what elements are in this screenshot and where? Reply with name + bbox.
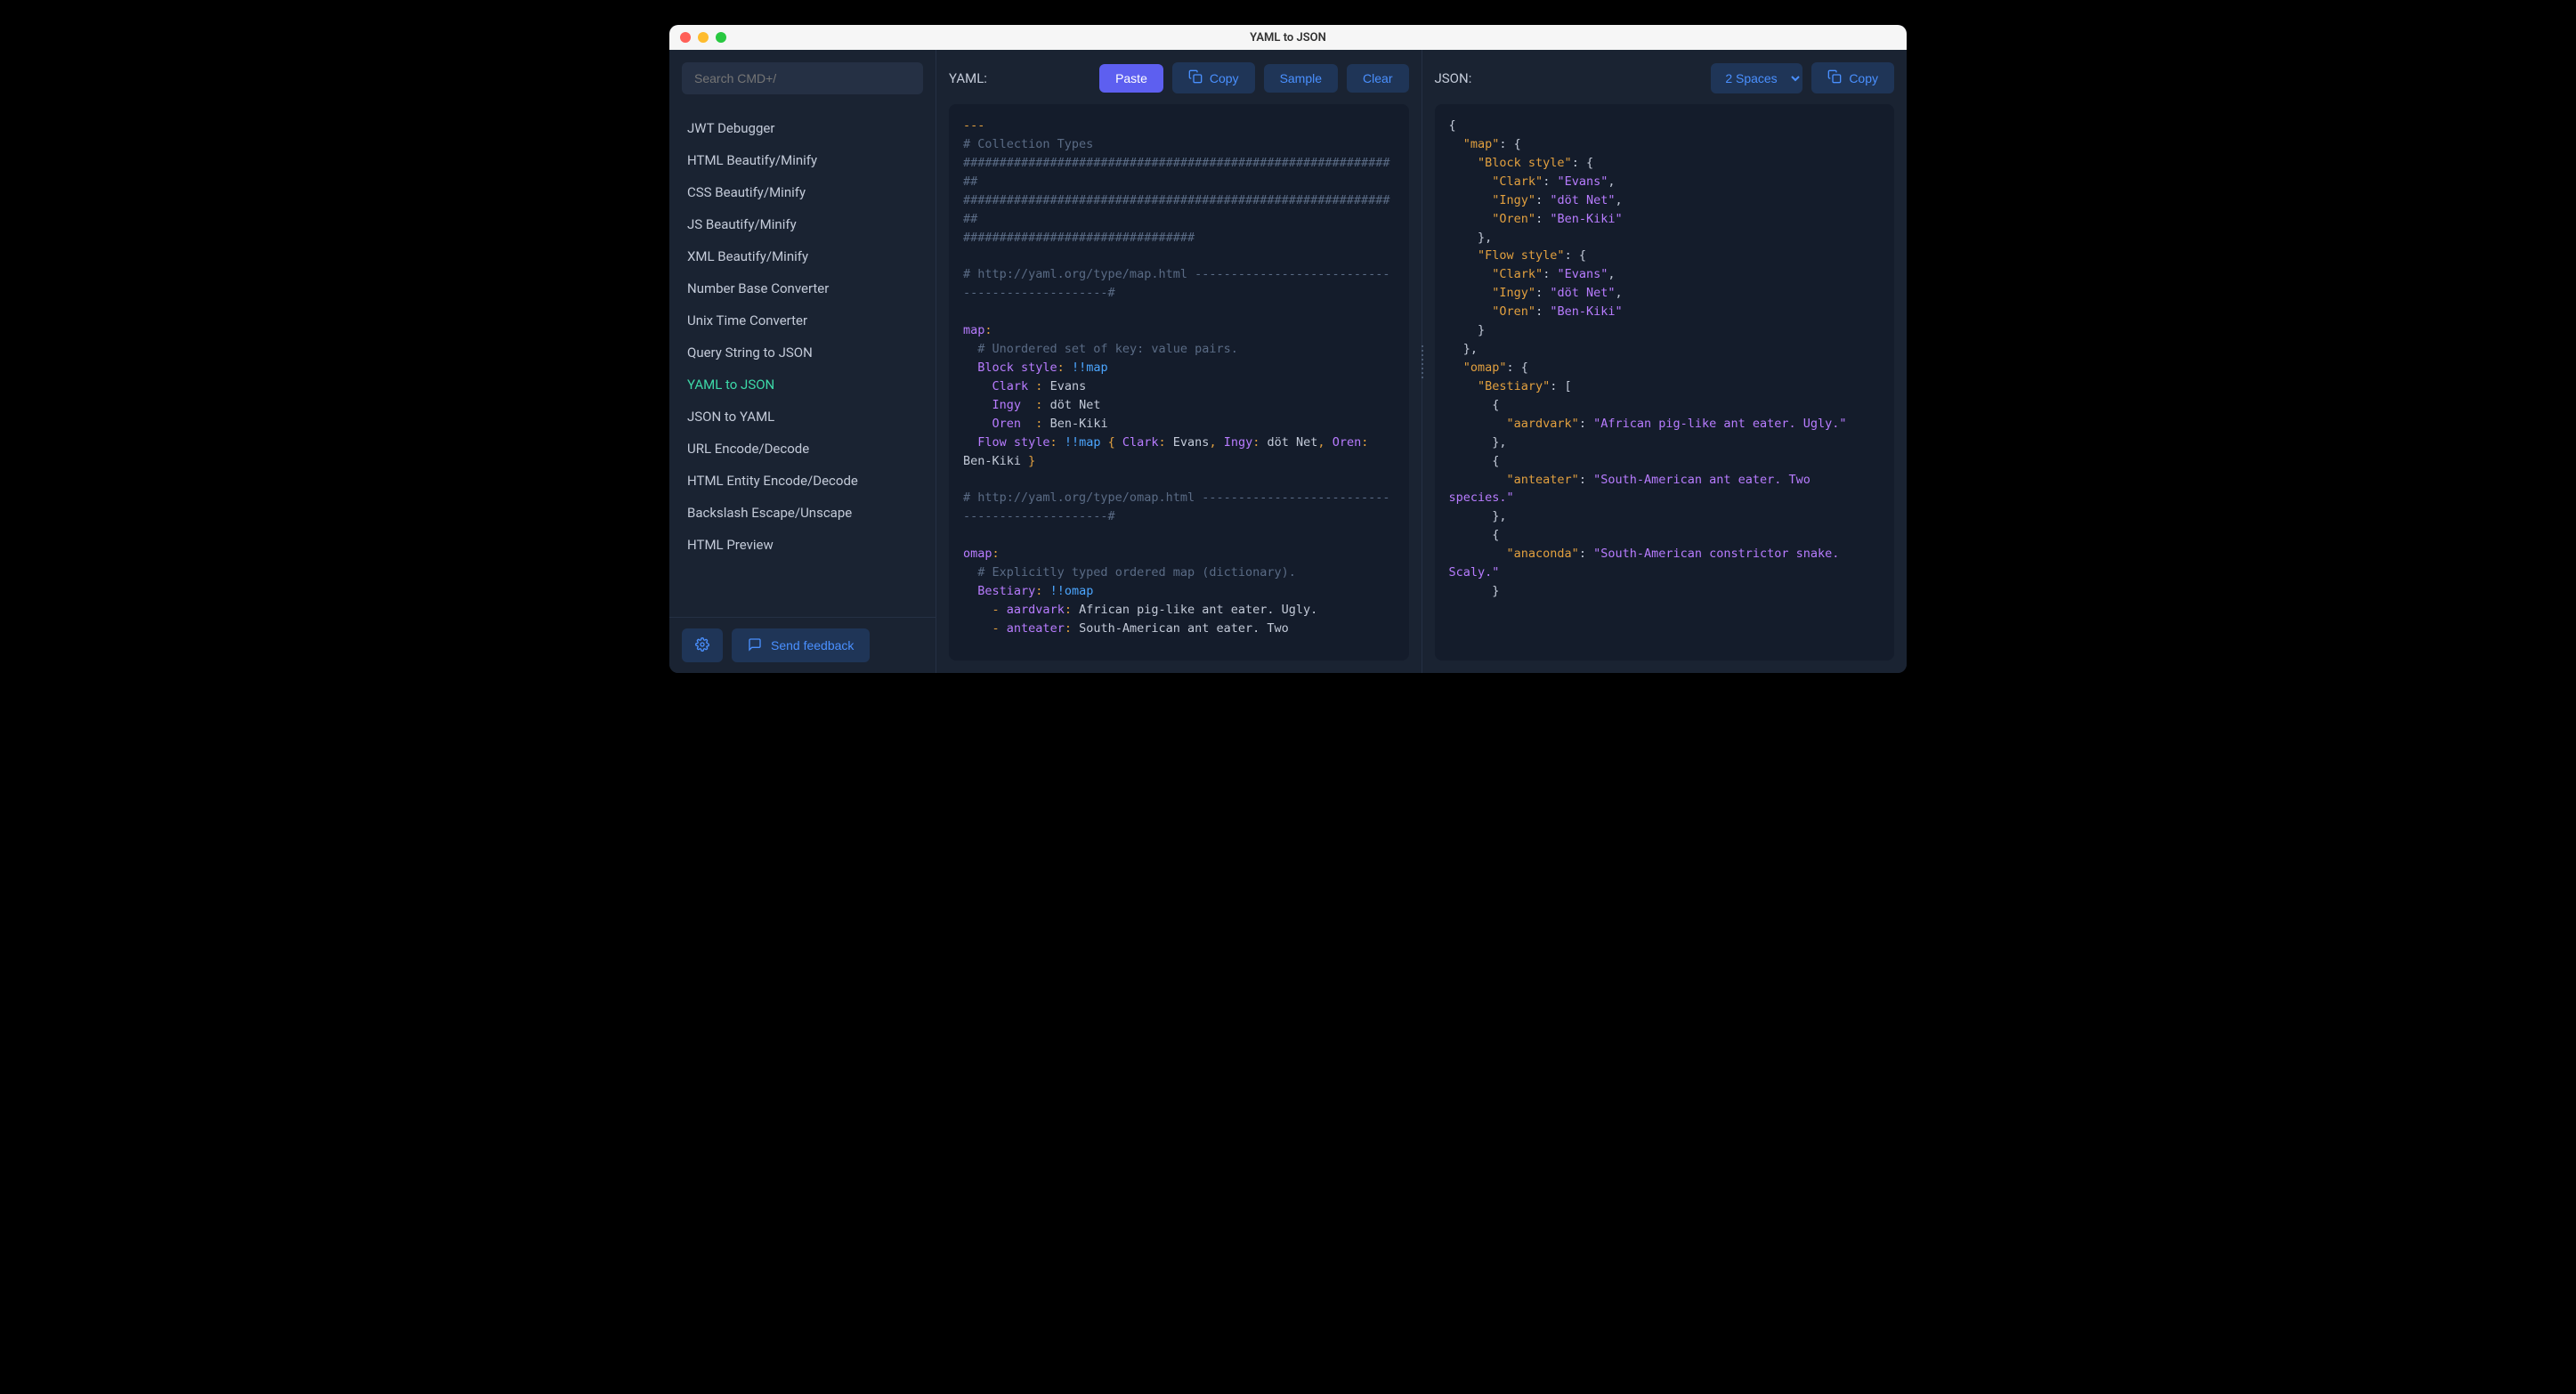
- yaml-editor[interactable]: --- # Collection Types #################…: [949, 104, 1409, 661]
- sidebar-item[interactable]: Backslash Escape/Unscape: [669, 497, 936, 529]
- copy-icon: [1827, 69, 1842, 86]
- paste-button[interactable]: Paste: [1099, 64, 1163, 93]
- sidebar-item[interactable]: XML Beautify/Minify: [669, 240, 936, 272]
- json-actions: 2 Spaces Copy: [1711, 62, 1894, 93]
- sample-button[interactable]: Sample: [1264, 64, 1338, 93]
- search-input[interactable]: [682, 62, 923, 94]
- maximize-icon[interactable]: [716, 32, 726, 43]
- app-body: JWT DebuggerHTML Beautify/MinifyCSS Beau…: [669, 50, 1907, 673]
- window-title: YAML to JSON: [1250, 31, 1326, 45]
- sidebar-item[interactable]: Number Base Converter: [669, 272, 936, 304]
- yaml-panel: YAML: Paste Copy Sample Clear --- # Coll…: [936, 50, 1422, 673]
- json-output[interactable]: { "map": { "Block style": { "Clark": "Ev…: [1435, 104, 1895, 661]
- gear-icon: [695, 637, 709, 654]
- copy-icon: [1188, 69, 1203, 86]
- sidebar-footer: Send feedback: [669, 617, 936, 673]
- json-title: JSON:: [1435, 70, 1472, 86]
- app-window: YAML to JSON JWT DebuggerHTML Beautify/M…: [669, 25, 1907, 673]
- sidebar-item[interactable]: HTML Beautify/Minify: [669, 144, 936, 176]
- titlebar: YAML to JSON: [669, 25, 1907, 50]
- json-panel: JSON: 2 Spaces Copy { "map": { "Block st…: [1422, 50, 1908, 673]
- send-feedback-button[interactable]: Send feedback: [732, 628, 870, 662]
- copy-json-button[interactable]: Copy: [1811, 62, 1894, 93]
- sidebar-item[interactable]: HTML Entity Encode/Decode: [669, 465, 936, 497]
- traffic-lights: [680, 32, 726, 43]
- sidebar-item[interactable]: Query String to JSON: [669, 336, 936, 369]
- yaml-actions: Paste Copy Sample Clear: [1099, 62, 1408, 93]
- json-header: JSON: 2 Spaces Copy: [1435, 62, 1895, 93]
- yaml-header: YAML: Paste Copy Sample Clear: [949, 62, 1409, 93]
- split-handle[interactable]: [1419, 344, 1426, 379]
- sidebar-item[interactable]: Unix Time Converter: [669, 304, 936, 336]
- sidebar-item[interactable]: YAML to JSON: [669, 369, 936, 401]
- indent-select[interactable]: 2 Spaces: [1711, 63, 1802, 93]
- minimize-icon[interactable]: [698, 32, 709, 43]
- sidebar: JWT DebuggerHTML Beautify/MinifyCSS Beau…: [669, 50, 936, 673]
- sidebar-item[interactable]: URL Encode/Decode: [669, 433, 936, 465]
- yaml-title: YAML:: [949, 70, 987, 86]
- sidebar-item[interactable]: CSS Beautify/Minify: [669, 176, 936, 208]
- search-wrap: [669, 50, 936, 107]
- panels: YAML: Paste Copy Sample Clear --- # Coll…: [936, 50, 1907, 673]
- feedback-label: Send feedback: [771, 638, 854, 652]
- chat-icon: [748, 637, 762, 654]
- sidebar-item[interactable]: JS Beautify/Minify: [669, 208, 936, 240]
- sidebar-item[interactable]: JWT Debugger: [669, 112, 936, 144]
- copy-yaml-button[interactable]: Copy: [1172, 62, 1255, 93]
- nav-list[interactable]: JWT DebuggerHTML Beautify/MinifyCSS Beau…: [669, 107, 936, 617]
- sidebar-item[interactable]: JSON to YAML: [669, 401, 936, 433]
- settings-button[interactable]: [682, 628, 723, 662]
- sidebar-item[interactable]: HTML Preview: [669, 529, 936, 561]
- close-icon[interactable]: [680, 32, 691, 43]
- clear-button[interactable]: Clear: [1347, 64, 1408, 93]
